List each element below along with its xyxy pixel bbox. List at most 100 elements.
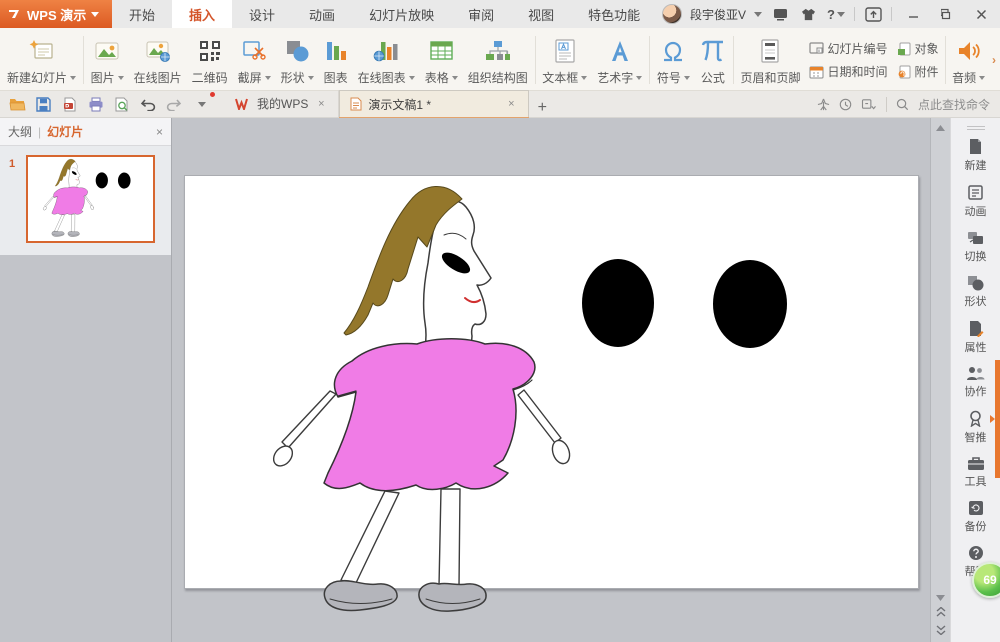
online-picture-label: 在线图片 xyxy=(134,69,182,86)
tab-special-features[interactable]: 特色功能 xyxy=(571,0,657,28)
tab-animation[interactable]: 动画 xyxy=(292,0,352,28)
sidebar-label: 形状 xyxy=(965,293,987,309)
ribbon-separator-4 xyxy=(733,36,734,84)
wordart-button[interactable]: 艺术字 xyxy=(592,30,647,90)
textbox-button[interactable]: 文本框 xyxy=(537,30,592,90)
qrcode-button[interactable]: 二维码 xyxy=(187,30,233,90)
toolbar-options-icon[interactable] xyxy=(863,5,883,23)
skin-icon[interactable] xyxy=(798,5,818,23)
sidebar-item-collaborate[interactable]: 协作 xyxy=(965,366,987,399)
sidebar-item-animation[interactable]: 动画 xyxy=(965,184,987,219)
shapes-icon xyxy=(284,36,310,66)
tab-close-icon-active[interactable]: × xyxy=(504,98,518,110)
customize-quick-access-icon[interactable] xyxy=(192,95,211,114)
editing-canvas[interactable] xyxy=(172,118,930,642)
online-chart-icon xyxy=(373,36,399,66)
export-pdf-icon[interactable] xyxy=(60,95,79,114)
slide-number-button[interactable]: 幻灯片编号 xyxy=(809,40,887,57)
formula-icon xyxy=(700,36,726,66)
find-command-input[interactable]: 点此查找命令 xyxy=(918,96,990,113)
datetime-icon xyxy=(809,65,824,79)
slide-1-thumbnail[interactable] xyxy=(26,155,155,243)
user-avatar[interactable] xyxy=(662,4,682,24)
shapes-button[interactable]: 形状 xyxy=(276,30,319,90)
user-dropdown-icon[interactable] xyxy=(754,12,762,17)
open-icon[interactable] xyxy=(8,95,27,114)
help-glyph: ? xyxy=(827,7,835,22)
attachment-button[interactable]: 附件 xyxy=(897,63,938,80)
org-chart-label: 组织结构图 xyxy=(468,69,528,86)
print-icon[interactable] xyxy=(86,95,105,114)
save-icon[interactable] xyxy=(34,95,53,114)
formula-button[interactable]: 公式 xyxy=(695,30,731,90)
assistant-icon[interactable] xyxy=(817,98,830,111)
tab-insert[interactable]: 插入 xyxy=(172,0,232,28)
more-tools-icon[interactable] xyxy=(861,98,877,111)
chart-button[interactable]: 图表 xyxy=(319,30,353,90)
new-slide-button[interactable]: 新建幻灯片 xyxy=(2,30,81,90)
ribbon-separator-2 xyxy=(535,36,536,84)
close-button[interactable] xyxy=(968,5,994,23)
online-picture-button[interactable]: 在线图片 xyxy=(129,30,187,90)
panel-close-icon[interactable]: × xyxy=(156,125,163,139)
sidebar-item-new[interactable]: 新建 xyxy=(965,138,987,173)
slide-1[interactable] xyxy=(184,175,919,589)
member-points-badge[interactable]: 69 xyxy=(972,562,1000,598)
audio-button[interactable]: 音频 xyxy=(947,30,990,90)
sidebar-item-transition[interactable]: 切换 xyxy=(965,230,987,264)
slides-tab[interactable]: 幻灯片 xyxy=(47,123,83,140)
wps-logo[interactable]: WPS 演示 xyxy=(0,0,112,28)
org-chart-button[interactable]: 组织结构图 xyxy=(463,30,533,90)
print-preview-icon[interactable] xyxy=(112,95,131,114)
tab-close-icon[interactable]: × xyxy=(314,98,328,110)
help-icon[interactable]: ? xyxy=(826,5,846,23)
previous-slide-button[interactable] xyxy=(934,605,948,619)
symbol-button[interactable]: 符号 xyxy=(652,30,695,90)
picture-button[interactable]: 图片 xyxy=(86,30,129,90)
online-chart-button[interactable]: 在线图表 xyxy=(353,30,420,90)
minimize-button[interactable] xyxy=(900,5,926,23)
vertical-scrollbar[interactable] xyxy=(930,118,950,642)
restore-button[interactable] xyxy=(934,5,960,23)
logo-dropdown-icon[interactable] xyxy=(91,12,99,17)
ribbon-expand-icon[interactable]: › xyxy=(990,30,998,90)
smart-recommend-icon xyxy=(968,410,983,427)
new-tab-button[interactable]: + xyxy=(529,99,555,117)
message-center-icon[interactable] xyxy=(770,5,790,23)
wps-logo-icon xyxy=(8,7,22,21)
next-slide-button[interactable] xyxy=(934,623,948,637)
tab-review[interactable]: 审阅 xyxy=(451,0,511,28)
user-name[interactable]: 段宇俊亚V xyxy=(690,6,746,23)
history-icon[interactable] xyxy=(839,98,852,111)
sidebar-item-backup[interactable]: 备份 xyxy=(965,500,987,534)
datetime-button[interactable]: 日期和时间 xyxy=(809,63,887,80)
redo-icon[interactable] xyxy=(164,95,183,114)
scroll-down-icon[interactable] xyxy=(934,591,948,605)
object-label: 对象 xyxy=(914,40,938,57)
qrcode-label: 二维码 xyxy=(192,69,228,86)
outline-tab[interactable]: 大纲 xyxy=(8,123,32,140)
tab-view[interactable]: 视图 xyxy=(511,0,571,28)
sidebar-item-shapes[interactable]: 形状 xyxy=(965,275,987,309)
scroll-up-icon[interactable] xyxy=(934,121,948,135)
task-pane-arrow-icon[interactable] xyxy=(990,415,995,423)
doc-tab-presentation1[interactable]: 演示文稿1 * × xyxy=(339,90,529,117)
chart-label: 图表 xyxy=(324,69,348,86)
object-button[interactable]: 对象 xyxy=(897,40,938,57)
screenshot-icon xyxy=(241,36,267,66)
sidebar-handle[interactable] xyxy=(967,126,985,130)
sidebar-item-smart[interactable]: 智推 xyxy=(965,410,987,445)
doc-tab-my-wps[interactable]: 我的WPS × xyxy=(225,90,339,117)
table-button[interactable]: 表格 xyxy=(420,30,463,90)
tab-home[interactable]: 开始 xyxy=(112,0,172,28)
screenshot-button[interactable]: 截屏 xyxy=(233,30,276,90)
header-footer-button[interactable]: 页眉和页脚 xyxy=(735,30,805,90)
audio-icon xyxy=(956,36,982,66)
tab-design[interactable]: 设计 xyxy=(232,0,292,28)
collaborate-icon xyxy=(966,366,985,381)
slide-panel-empty xyxy=(0,255,171,642)
sidebar-item-tools[interactable]: 工具 xyxy=(965,456,987,489)
undo-icon[interactable] xyxy=(138,95,157,114)
tab-slideshow[interactable]: 幻灯片放映 xyxy=(352,0,451,28)
sidebar-item-properties[interactable]: 属性 xyxy=(965,320,987,355)
